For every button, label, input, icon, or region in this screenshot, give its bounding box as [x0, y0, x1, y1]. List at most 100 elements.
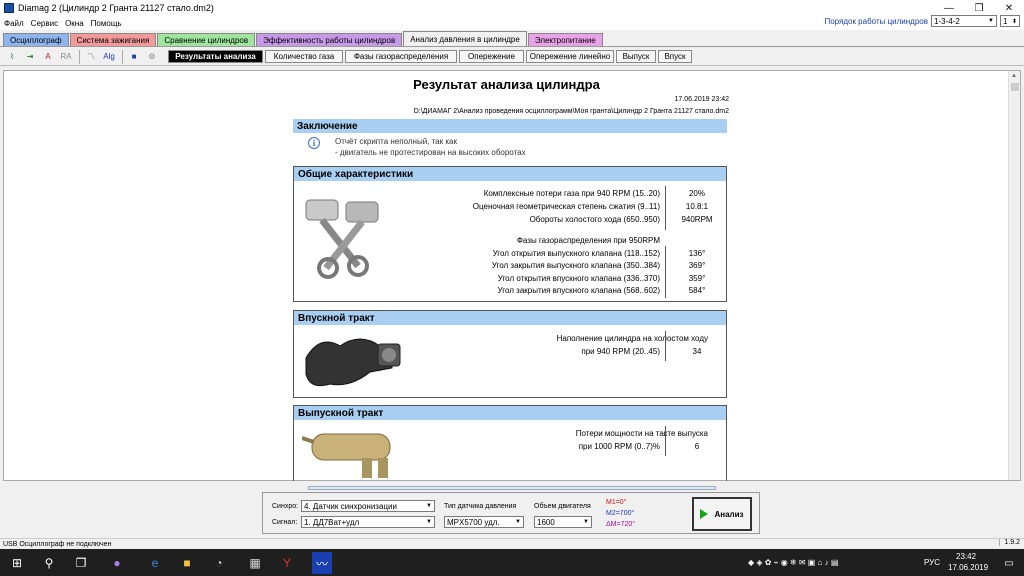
search-icon[interactable]: ⚲ — [40, 554, 58, 572]
status-text: USB Осциллограф не подключен — [3, 540, 112, 548]
gas-loss-value: 20% — [688, 189, 705, 198]
tab-power-supply[interactable]: Электропитание — [527, 33, 603, 46]
intake-open-value: 359° — [688, 274, 706, 283]
subtab-results[interactable]: Результаты анализа — [168, 50, 263, 63]
yandex-browser-icon[interactable]: Y — [278, 554, 296, 572]
intake-open-label: Угол открытия впускного клапана (336..37… — [497, 274, 660, 283]
task-view-icon[interactable]: ❐ — [72, 554, 90, 572]
value-divider — [665, 331, 666, 361]
save-icon[interactable]: ■ — [126, 50, 142, 64]
tab-oscilloscope[interactable]: Осциллограф — [3, 33, 69, 46]
app-icon[interactable]: ◔ — [210, 554, 228, 572]
horizontal-scrollbar[interactable] — [308, 486, 716, 490]
analyze-button[interactable]: Анализ — [692, 497, 752, 531]
notification-icon[interactable]: ▭ — [1000, 554, 1018, 572]
subtab-gas-amount[interactable]: Количество газа — [265, 50, 343, 63]
exhaust-close-value: 369° — [688, 261, 706, 270]
subtab-valve-timing[interactable]: Фазы газораспределения — [345, 50, 457, 63]
subtab-advance-linear[interactable]: Опережение линейно — [526, 50, 614, 63]
alg-icon[interactable]: Alg — [101, 50, 117, 64]
diamag-taskbar-icon[interactable]: 〰 — [312, 552, 332, 574]
graph-icon[interactable]: 〽 — [83, 50, 99, 64]
firing-order-select[interactable]: 1-3-4-2 ▼ — [931, 15, 997, 27]
language-indicator[interactable]: РУС — [924, 558, 940, 567]
ra-icon[interactable]: RA — [58, 50, 74, 64]
intake-head: Впускной тракт — [294, 311, 726, 325]
edge-icon[interactable]: e — [146, 554, 164, 572]
sync-value: 4. Датчик синхронизации — [304, 501, 397, 511]
firing-order-label: Порядок работы цилиндров — [824, 16, 928, 26]
signal-icon[interactable]: ⌇ — [4, 50, 20, 64]
conclusion-head: Заключение — [293, 119, 727, 133]
menu-help[interactable]: Помощь — [91, 19, 122, 28]
volume-select[interactable]: 1600 ▼ — [534, 516, 592, 528]
spin-icon: ⬍ — [1011, 18, 1017, 25]
marker-m2: M2=700° — [606, 510, 635, 517]
scroll-thumb[interactable] — [1011, 83, 1019, 91]
maximize-button[interactable]: ❐ — [964, 0, 994, 16]
exhaust-loss-value: 6 — [694, 442, 700, 451]
taskbar: ⊞ ⚲ ❐ ● e ■ ◔ ▦ Y ◫ 〰 ◆ ◈ ✿ ⌁ ◉ ❄ ✉ ▣ ⌂ … — [0, 549, 1024, 576]
cylinder-stepper[interactable]: 1 ⬍ — [1000, 15, 1020, 27]
signal-label: Сигнал: — [272, 519, 298, 526]
tab-pressure-analysis[interactable]: Анализ давления в цилиндре — [403, 31, 527, 46]
window-title: Diamag 2 (Цилиндр 2 Гранта 21127 стало.d… — [18, 3, 214, 13]
clock-date[interactable]: 17.06.2019 — [948, 563, 988, 572]
sync-select[interactable]: 4. Датчик синхронизации ▼ — [301, 500, 435, 512]
report-date: 17.06.2019 23:42 — [674, 96, 730, 103]
general-head: Общие характеристики — [294, 167, 726, 181]
auto-icon[interactable]: A — [40, 50, 56, 64]
folder-icon[interactable]: ■ — [178, 554, 196, 572]
intake-fill-label: Наполнение цилиндра на холостом ходу — [556, 334, 708, 343]
zoom-icon[interactable]: ⇥ — [22, 50, 38, 64]
sensor-select[interactable]: MPX5700 удл. ▼ — [444, 516, 524, 528]
piston-image — [305, 199, 379, 279]
scroll-up-icon[interactable]: ▲ — [1011, 73, 1017, 79]
exhaust-open-label: Угол открытия выпускного клапана (118..1… — [492, 249, 660, 258]
value-divider — [665, 426, 666, 456]
chevron-down-icon: ▼ — [583, 519, 589, 525]
menu-file[interactable]: Файл — [4, 19, 24, 28]
module-tabs: Осциллограф Система зажигания Сравнение … — [0, 31, 1024, 47]
exhaust-rpm-label: при 1000 RPM (0..7)% — [578, 442, 660, 451]
idle-rpm-label: Обороты холостого хода (650..950) — [529, 215, 660, 224]
volume-label: Объем двигателя — [534, 503, 591, 510]
compression-label: Оценочная геометрическая степень сжатия … — [472, 202, 660, 211]
calculator-icon[interactable]: ▦ — [246, 554, 264, 572]
vertical-scrollbar[interactable]: ▲ — [1008, 71, 1020, 480]
subtab-intake[interactable]: Впуск — [658, 50, 692, 63]
close-button[interactable]: ✕ — [994, 0, 1024, 16]
tray-icons[interactable]: ◆ ◈ ✿ ⌁ ◉ ❄ ✉ ▣ ⌂ ♪ ▤ — [748, 558, 838, 567]
sensor-label: Тип датчика давления — [444, 503, 517, 510]
marker-delta: ΔM=720° — [606, 521, 636, 528]
menu-service[interactable]: Сервис — [31, 19, 58, 28]
assistant-icon[interactable]: ● — [108, 554, 126, 572]
info-icon: i — [308, 137, 320, 149]
tab-ignition[interactable]: Система зажигания — [69, 33, 157, 46]
exhaust-loss-label: Потери мощности на такте выпуска — [575, 429, 708, 438]
intake-close-label: Угол закрытия впускного клапана (568..60… — [497, 286, 660, 295]
chevron-down-icon: ▼ — [426, 519, 432, 525]
menu-windows[interactable]: Окна — [65, 19, 84, 28]
report-title: Результат анализа цилиндра — [413, 77, 600, 92]
engine-icon[interactable]: ⚙ — [144, 50, 160, 64]
intake-manifold-image — [305, 338, 401, 387]
intake-rpm-label: при 940 RPM (20..45) — [581, 347, 660, 356]
windows-start-icon[interactable]: ⊞ — [8, 554, 26, 572]
clock-time[interactable]: 23:42 — [956, 552, 976, 561]
chevron-down-icon: ▼ — [426, 503, 432, 509]
status-bar: USB Осциллограф не подключен — [0, 538, 1024, 549]
intake-close-value: 584° — [688, 286, 706, 295]
conclusion-line-1: Отчёт скрипта неполный, так как — [335, 137, 457, 146]
conclusion-line-2: - двигатель не протестирован на высоких … — [335, 148, 526, 157]
chevron-down-icon: ▼ — [515, 519, 521, 525]
idle-rpm-value: 940RPM — [681, 215, 713, 224]
subtab-advance[interactable]: Опережение — [459, 50, 524, 63]
tab-cylinder-efficiency[interactable]: Эффективность работы цилиндров — [256, 33, 403, 46]
subtab-exhaust[interactable]: Выпуск — [616, 50, 656, 63]
toolbar-divider — [79, 49, 80, 64]
minimize-button[interactable]: — — [934, 0, 964, 16]
exhaust-open-value: 136° — [688, 249, 706, 258]
tab-cylinder-compare[interactable]: Сравнение цилиндров — [157, 33, 256, 46]
signal-select[interactable]: 1. ДД7Ват+удл ▼ — [301, 516, 435, 528]
